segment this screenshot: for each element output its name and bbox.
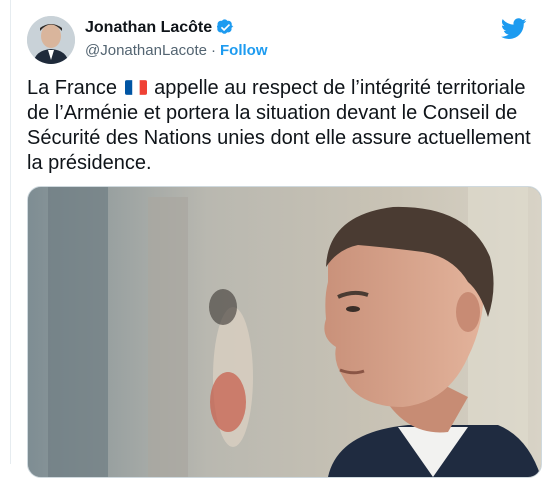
author-name-row: Jonathan Lacôte	[85, 18, 235, 37]
twitter-bird-icon[interactable]	[501, 18, 527, 40]
tweet-photo[interactable]	[27, 186, 542, 478]
avatar[interactable]	[27, 16, 75, 64]
tweet-header: Jonathan Lacôte @JonathanLacote · Follow	[27, 16, 531, 66]
verified-badge-icon	[217, 19, 234, 34]
tweet-text: La France appelle au respect de l’intégr…	[27, 76, 537, 176]
follow-button[interactable]: Follow	[220, 42, 268, 59]
separator-dot: ·	[211, 42, 216, 59]
france-flag-icon	[124, 80, 147, 95]
author-handle-row: @JonathanLacote · Follow	[85, 42, 268, 59]
photo-image	[28, 187, 541, 477]
tweet-card: Jonathan Lacôte @JonathanLacote · Follow…	[10, 0, 547, 478]
author-handle[interactable]: @JonathanLacote	[85, 42, 207, 59]
author-name[interactable]: Jonathan Lacôte	[85, 19, 212, 37]
tweet-text-start: La France	[27, 77, 118, 99]
avatar-image	[27, 16, 75, 64]
